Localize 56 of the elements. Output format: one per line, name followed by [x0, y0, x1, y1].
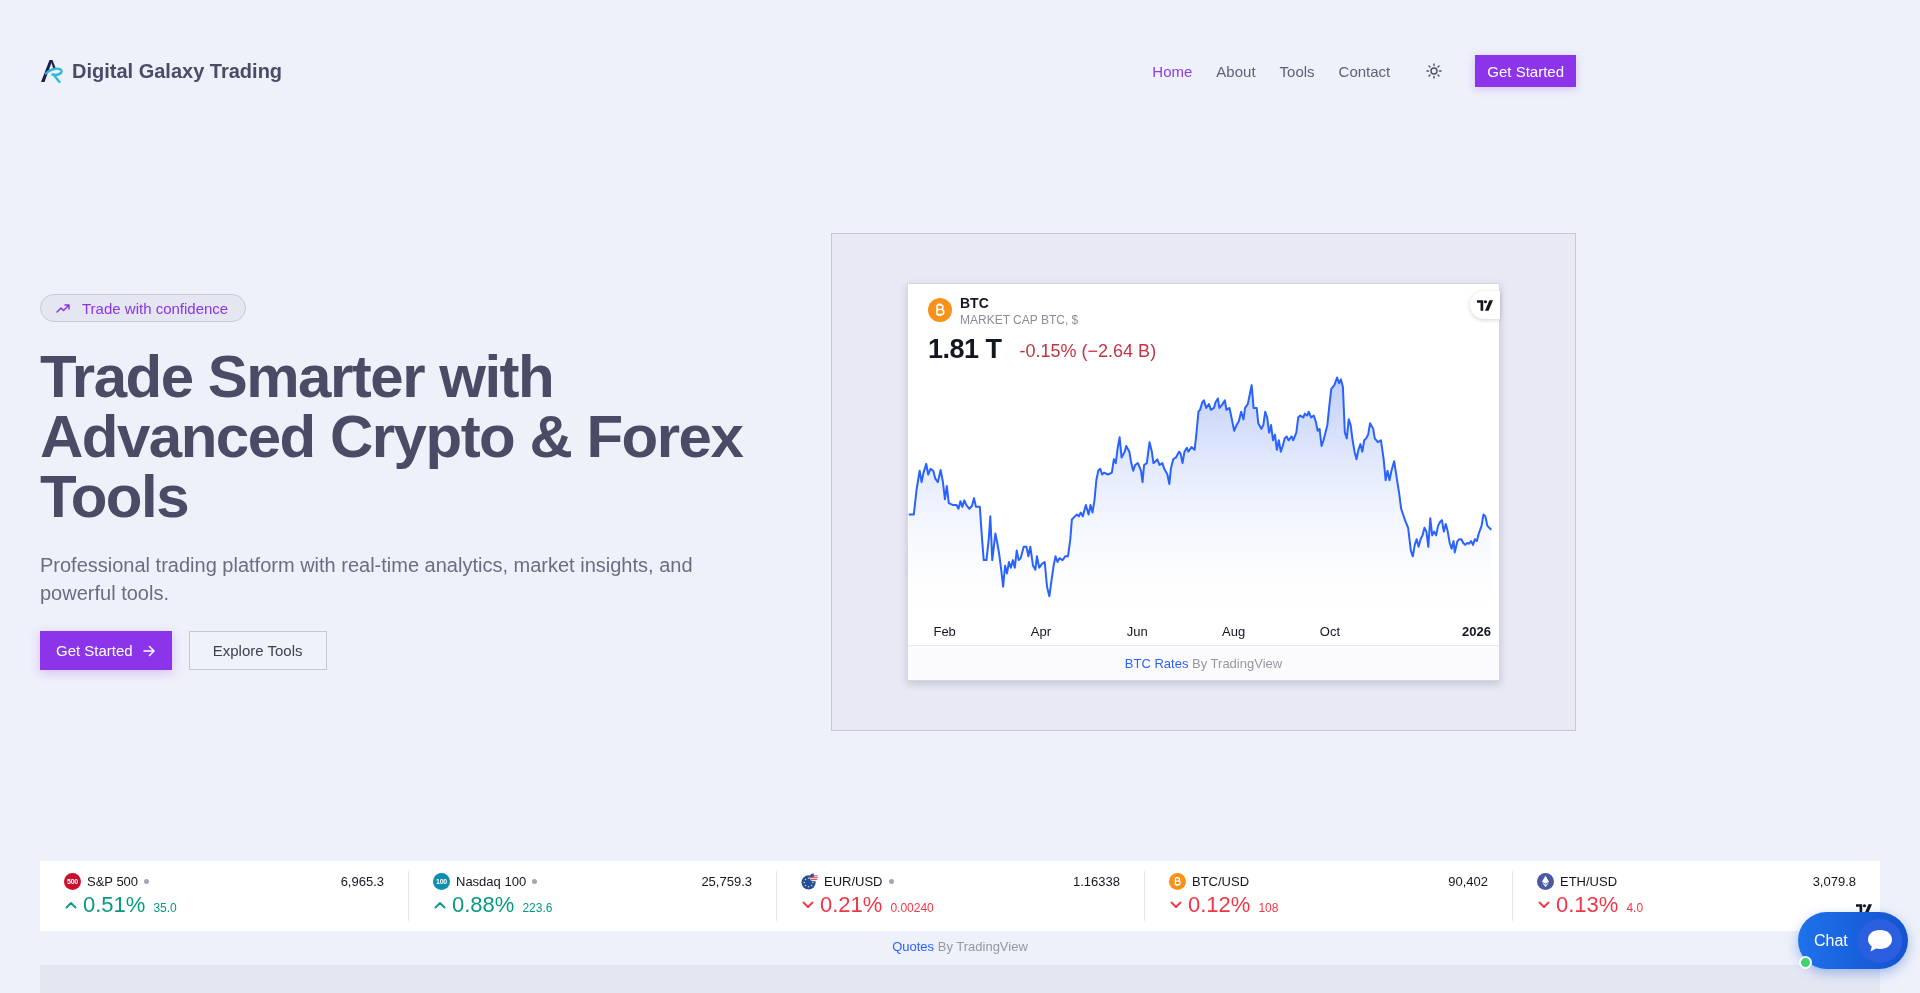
symbol-name: BTC/USD: [1192, 873, 1250, 889]
attribution-text: BTC Rates By TradingView: [1124, 655, 1283, 671]
flags-icon: [801, 872, 818, 890]
market-cap-value: 1.81 T: [928, 334, 1002, 366]
trending-up-icon: [56, 303, 70, 313]
change-value: 108: [1258, 901, 1279, 915]
symbol-name: BTC: [960, 294, 990, 312]
change-value: 4.0: [1626, 901, 1644, 915]
nav-link[interactable]: About: [1216, 62, 1256, 80]
symbol-name: ETH/USD: [1560, 873, 1618, 889]
get-started-button[interactable]: Get Started: [1475, 55, 1576, 87]
symbol-name: Nasdaq 100: [456, 873, 527, 889]
theme-toggle-button[interactable]: [1426, 63, 1443, 79]
change-percent: 0.12%: [1188, 891, 1251, 919]
axis-label: 2026: [1462, 624, 1491, 640]
change-value: 35.0: [153, 901, 177, 915]
change-percent: 0.88%: [452, 891, 515, 919]
axis-label: Jun: [1126, 624, 1148, 640]
change-value: 223.6: [522, 901, 553, 915]
axis-label: Feb: [933, 624, 956, 640]
hero-title: Trade Smarter with Advanced Crypto & Forex Tools: [40, 347, 744, 527]
price: 1.16338: [1073, 873, 1120, 889]
logo-icon[interactable]: [1470, 291, 1500, 319]
change-percent: 0.51%: [83, 891, 146, 919]
change-value: -0.15% (−2.64 B): [1019, 341, 1157, 363]
symbol-description: MARKET CAP BTC, $: [960, 312, 1079, 329]
symbol-name: EUR/USD: [824, 873, 883, 889]
price: 6,965.3: [340, 873, 384, 889]
explore-tools-button[interactable]: Explore Tools: [188, 631, 327, 670]
price: 90,402: [1448, 873, 1488, 889]
nav-link[interactable]: Home: [1152, 62, 1193, 80]
btc-rates-link[interactable]: BTC Rates: [1124, 655, 1189, 671]
nav-link[interactable]: Tools: [1279, 62, 1315, 80]
logo-icon: [40, 59, 64, 83]
axis-label: Apr: [1030, 624, 1052, 640]
symbol-name: S&P 500: [87, 873, 139, 889]
axis-label: Aug: [1222, 624, 1246, 640]
coin-icon: [928, 298, 952, 322]
diamond-coin-icon: [1537, 872, 1554, 890]
change-percent: 0.13%: [1556, 891, 1619, 919]
quotes-link[interactable]: Quotes: [892, 939, 935, 954]
sun-icon: [1426, 63, 1443, 79]
coin-icon: [1169, 872, 1186, 890]
axis-label: Oct: [1319, 624, 1341, 640]
chat-button[interactable]: Chat: [1798, 912, 1908, 969]
nav-link[interactable]: Contact: [1338, 62, 1391, 80]
price: 3,079.8: [1812, 873, 1856, 889]
change-percent: 0.21%: [820, 891, 883, 919]
arrow-right-icon: [142, 644, 155, 657]
change-value: 0.00240: [890, 901, 934, 915]
badge-text: Trade with confidence: [82, 299, 229, 317]
get-started-button[interactable]: Get Started: [40, 631, 172, 670]
price: 25,759.3: [701, 873, 752, 889]
hero-subtitle: Professional trading platform with real-time analytics, market insights, and powerful tools.: [40, 553, 694, 606]
speech-bubble-icon: [1858, 918, 1902, 963]
brand-name: Digital Galaxy Trading: [72, 59, 283, 83]
